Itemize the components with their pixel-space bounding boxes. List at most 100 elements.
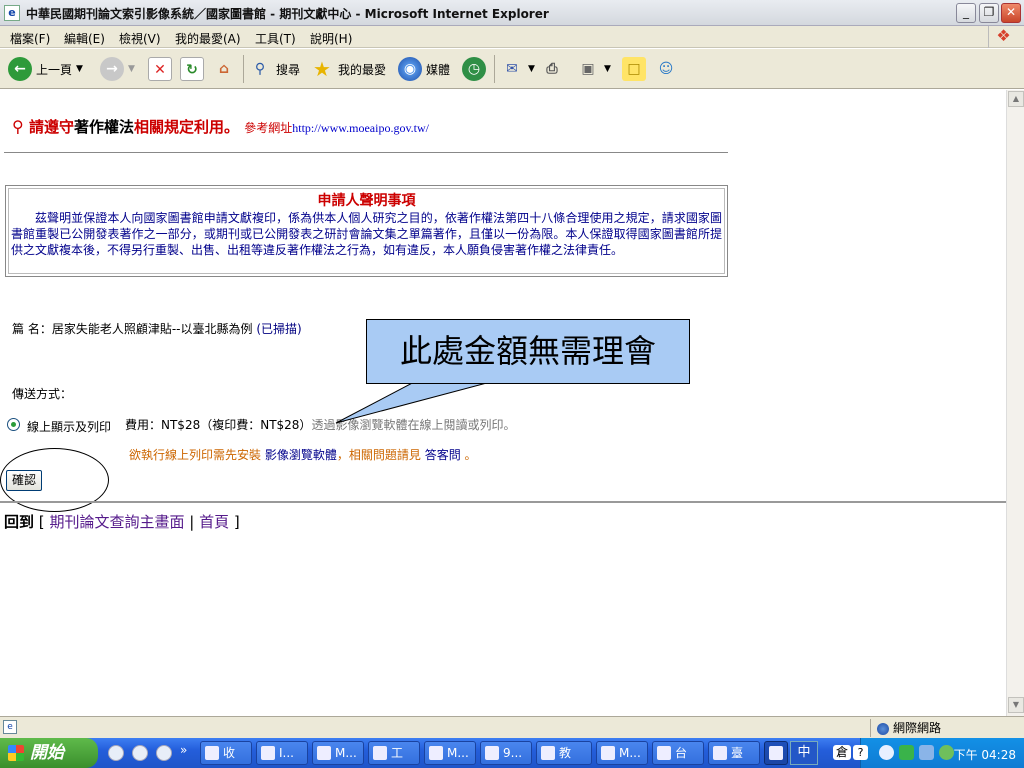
volume-icon <box>919 745 934 760</box>
messenger-icon: ☺ <box>658 61 674 77</box>
taskbar-item[interactable]: M... <box>312 741 364 765</box>
media-button[interactable]: ◉ 媒體 <box>398 55 450 83</box>
toolbar-divider <box>243 55 244 83</box>
printer-icon: ⎙ <box>546 61 558 77</box>
search-icon: ⚲ <box>254 61 266 77</box>
forward-button[interactable]: → ▼ <box>100 55 135 83</box>
confirm-button[interactable]: 確認 <box>6 470 43 491</box>
windows-logo-icon: ❖ <box>988 26 1018 48</box>
article-title: 居家失能老人照顧津貼--以臺北縣為例 <box>51 322 253 336</box>
clock: 下午 04:28 <box>953 748 1016 762</box>
quicklaunch-app-icon[interactable] <box>132 745 148 761</box>
history-button[interactable]: ◷ <box>462 55 486 83</box>
scroll-down-icon[interactable]: ▼ <box>1008 697 1024 713</box>
menu-tools[interactable]: 工具(T) <box>255 30 296 47</box>
mail-dropdown-icon[interactable]: ▼ <box>528 64 535 74</box>
minimize-button[interactable]: _ <box>956 3 976 23</box>
network-icon <box>899 745 914 760</box>
divider <box>4 152 728 153</box>
language-indicator[interactable]: 中 <box>790 741 818 765</box>
article-title-row: 篇 名：居家失能老人照顧津貼--以臺北縣為例 (已掃描) <box>12 322 302 336</box>
menu-file[interactable]: 檔案(F) <box>10 30 50 47</box>
taskbar-item[interactable]: I... <box>256 741 308 765</box>
taskbar-item[interactable]: 臺 <box>708 741 760 765</box>
menu-favorites[interactable]: 我的最愛(A) <box>175 30 241 47</box>
security-zone: 網際網路 <box>870 719 1020 737</box>
messenger-tray-icon <box>939 745 954 760</box>
scroll-up-icon[interactable]: ▲ <box>1008 91 1024 107</box>
taskbar-item[interactable]: 工 <box>368 741 420 765</box>
journal-search-link[interactable]: 期刊論文查詢主畫面 <box>49 513 184 531</box>
help-icon[interactable]: ? <box>853 745 868 760</box>
taskbar-item[interactable]: M... <box>596 741 648 765</box>
scan-status: (已掃描) <box>256 322 302 336</box>
history-icon: ◷ <box>462 57 486 81</box>
discuss-button[interactable]: □ <box>622 55 646 83</box>
print-button[interactable]: ⎙ <box>540 55 564 83</box>
mail-button[interactable]: ✉ ▼ <box>500 55 535 83</box>
delivery-label: 傳送方式： <box>12 387 73 401</box>
taskbar-item-active[interactable] <box>764 741 788 765</box>
menu-edit[interactable]: 編輯(E) <box>64 30 105 47</box>
callout-pointer <box>335 379 499 424</box>
forward-arrow-icon: → <box>100 57 124 81</box>
home-link[interactable]: 首頁 <box>199 513 229 531</box>
edit-dropdown-icon[interactable]: ▼ <box>604 64 611 74</box>
note-icon: □ <box>622 57 646 81</box>
delivery-option-label[interactable]: 線上顯示及列印 <box>27 418 111 435</box>
taskbar: 開始 » 收 I... M... 工 M... 9... 教 M... 台 臺 … <box>0 738 1024 768</box>
back-dropdown-icon[interactable]: ▼ <box>76 64 83 74</box>
mail-icon: ✉ <box>506 61 518 77</box>
back-navigation: 回到 [ 期刊論文查詢主畫面 | 首頁 ] <box>4 513 240 531</box>
restore-button[interactable]: ❐ <box>979 3 999 23</box>
stop-icon: ✕ <box>148 57 172 81</box>
divider <box>0 501 1006 503</box>
tray-expand-icon[interactable] <box>879 745 894 760</box>
copyright-notice: ⚲ 請遵守著作權法相關規定利用。 參考網址http://www.moeaipo.… <box>12 117 430 136</box>
back-arrow-icon: ← <box>8 57 32 81</box>
stop-button[interactable]: ✕ <box>148 55 172 83</box>
edit-button[interactable]: ▣ ▼ <box>576 55 611 83</box>
ime-icon[interactable]: 倉 <box>833 745 851 760</box>
messenger-button[interactable]: ☺ <box>654 55 678 83</box>
taskbar-item[interactable]: 台 <box>652 741 704 765</box>
delivery-option-radio[interactable] <box>7 418 20 431</box>
declaration-box: 申請人聲明事項 茲聲明並保證本人向國家圖書館申請文獻複印，係為供本人個人研究之目… <box>5 185 728 277</box>
declaration-body: 茲聲明並保證本人向國家圖書館申請文獻複印，係為供本人個人研究之目的，依著作權法第… <box>11 211 722 257</box>
vertical-scrollbar[interactable]: ▲ ▼ <box>1006 90 1024 716</box>
quicklaunch-media-icon[interactable] <box>156 745 172 761</box>
page-content: ⚲ 請遵守著作權法相關規定利用。 參考網址http://www.moeaipo.… <box>0 90 1006 716</box>
close-button[interactable]: ✕ <box>1001 3 1021 23</box>
reference-url-link[interactable]: http://www.moeaipo.gov.tw/ <box>292 121 429 135</box>
search-button[interactable]: ⚲ 搜尋 <box>248 55 300 83</box>
viewer-software-link[interactable]: 影像瀏覽軟體 <box>265 448 337 462</box>
taskbar-item[interactable]: M... <box>424 741 476 765</box>
title-bar: e 中華民國期刊論文索引影像系統／國家圖書館 - 期刊文獻中心 - Micros… <box>0 0 1024 26</box>
taskbar-item[interactable]: 9... <box>480 741 532 765</box>
annotation-callout: 此處金額無需理會 <box>366 319 690 384</box>
media-globe-icon: ◉ <box>398 57 422 81</box>
taskbar-item[interactable]: 收 <box>200 741 252 765</box>
globe-icon <box>877 722 889 735</box>
fee-amount: 費用：NT$28（複印費：NT$28） <box>125 418 312 432</box>
taskbar-item[interactable]: 教 <box>536 741 592 765</box>
home-button[interactable]: ⌂ <box>212 55 236 83</box>
menu-view[interactable]: 檢視(V) <box>119 30 161 47</box>
menu-help[interactable]: 說明(H) <box>310 30 352 47</box>
quicklaunch-ie-icon[interactable] <box>108 745 124 761</box>
page-status-icon: e <box>3 720 17 734</box>
quicklaunch-more-icon[interactable]: » <box>180 743 187 757</box>
edit-icon: ▣ <box>581 61 595 77</box>
install-notice: 欲執行線上列印需先安裝 影像瀏覽軟體，相關問題請見 答客問 。 <box>129 448 477 462</box>
fee-row: 費用：NT$28（複印費：NT$28）透過影像瀏覽軟體在線上閱讀或列印。 <box>125 416 515 433</box>
back-button[interactable]: ← 上一頁 ▼ <box>8 55 83 83</box>
fee-note: 透過影像瀏覽軟體在線上閱讀或列印。 <box>311 418 516 432</box>
faq-link[interactable]: 答客問 <box>425 448 461 462</box>
start-button[interactable]: 開始 <box>0 738 98 768</box>
declaration-title: 申請人聲明事項 <box>317 193 416 209</box>
refresh-button[interactable]: ↻ <box>180 55 204 83</box>
star-icon: ★ <box>313 57 331 81</box>
favorites-button[interactable]: ★ 我的最愛 <box>310 55 386 83</box>
system-tray: 倉 ? 下午 04:28 <box>833 738 1024 768</box>
menu-bar: 檔案(F) 編輯(E) 檢視(V) 我的最愛(A) 工具(T) 說明(H) ❖ <box>0 26 1024 48</box>
